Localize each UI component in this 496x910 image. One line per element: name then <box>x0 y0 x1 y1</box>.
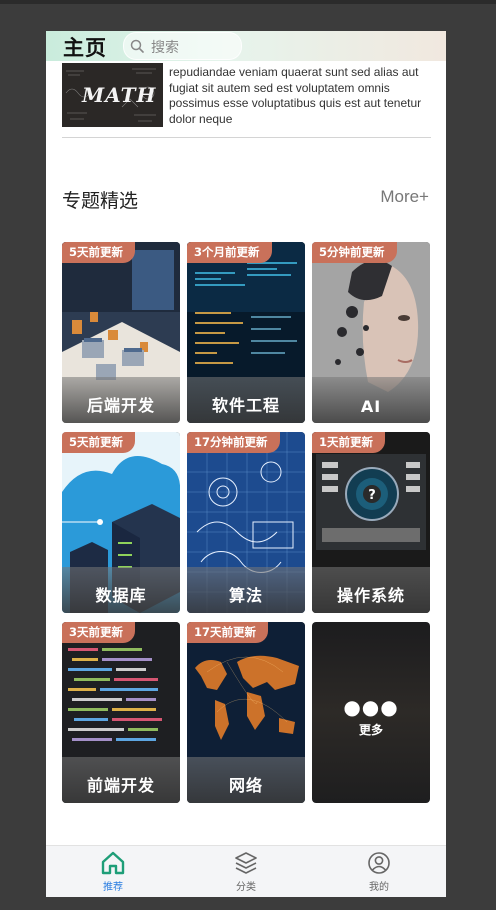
update-badge: 5天前更新 <box>62 242 136 263</box>
phone-screen: 主页 搜索 MATH repudiandae veniam quaerat su… <box>46 31 446 897</box>
update-badge: 17分钟前更新 <box>187 432 280 453</box>
more-dots-icon: ●●● <box>343 695 399 719</box>
tab-label: 我的 <box>369 882 389 893</box>
top-header: 主页 搜索 <box>46 31 446 61</box>
search-bar[interactable]: 搜索 <box>123 32 242 60</box>
article-thumbnail: MATH <box>62 63 163 127</box>
user-icon <box>368 852 390 874</box>
update-badge: 17天前更新 <box>187 622 269 643</box>
update-badge: 1天前更新 <box>312 432 386 453</box>
article-snippet: repudiandae veniam quaerat sunt sed alia… <box>169 65 422 126</box>
article-item[interactable]: MATH repudiandae veniam quaerat sunt sed… <box>62 63 431 139</box>
card-label: 后端开发 <box>86 396 155 415</box>
topic-card-ai[interactable]: 5分钟前更新 AI <box>312 242 430 423</box>
topic-card-software-engineering[interactable]: 3个月前更新 软件工程 <box>187 242 305 423</box>
topic-card-algorithm[interactable]: 17分钟前更新 算法 <box>187 432 305 613</box>
tab-category[interactable]: 分类 <box>206 850 286 896</box>
update-badge: 5天前更新 <box>62 432 136 453</box>
more-link[interactable]: More+ <box>380 187 429 207</box>
search-placeholder: 搜索 <box>151 40 179 56</box>
card-label: 网络 <box>228 776 263 795</box>
card-label: 数据库 <box>95 586 147 605</box>
tab-mine[interactable]: 我的 <box>339 850 419 896</box>
page-title: 主页 <box>63 36 107 60</box>
card-label: 软件工程 <box>211 396 280 415</box>
section-title: 专题精选 <box>62 190 139 212</box>
thumb-text: MATH <box>82 83 157 107</box>
svg-text:?: ? <box>368 488 376 503</box>
card-label: 前端开发 <box>86 776 155 795</box>
window-top-edge <box>0 0 496 4</box>
card-label: 操作系统 <box>336 586 405 605</box>
search-icon <box>130 39 144 53</box>
update-badge: 3天前更新 <box>62 622 136 643</box>
topic-card-backend[interactable]: 5天前更新 后端开发 <box>62 242 180 423</box>
topic-card-network[interactable]: 17天前更新 网络 <box>187 622 305 803</box>
update-badge: 3个月前更新 <box>187 242 272 263</box>
divider <box>62 137 431 138</box>
home-icon <box>101 851 125 875</box>
tab-label: 分类 <box>236 882 256 893</box>
tab-label: 推荐 <box>103 882 123 893</box>
bottom-tab-bar: 推荐 分类 我的 <box>46 845 446 897</box>
card-label: AI <box>360 397 382 416</box>
card-label: 算法 <box>228 586 263 605</box>
update-badge: 5分钟前更新 <box>312 242 397 263</box>
more-label: 更多 <box>358 723 383 737</box>
topic-card-frontend[interactable]: 3天前更新 前端开发 <box>62 622 180 803</box>
topic-card-operating-system[interactable]: ? 1天前更新 操作系统 <box>312 432 430 613</box>
topic-card-more[interactable]: ●●● 更多 <box>312 622 430 803</box>
topic-card-database[interactable]: 5天前更新 数据库 <box>62 432 180 613</box>
tab-recommend[interactable]: 推荐 <box>73 850 153 896</box>
layers-icon <box>235 852 257 874</box>
